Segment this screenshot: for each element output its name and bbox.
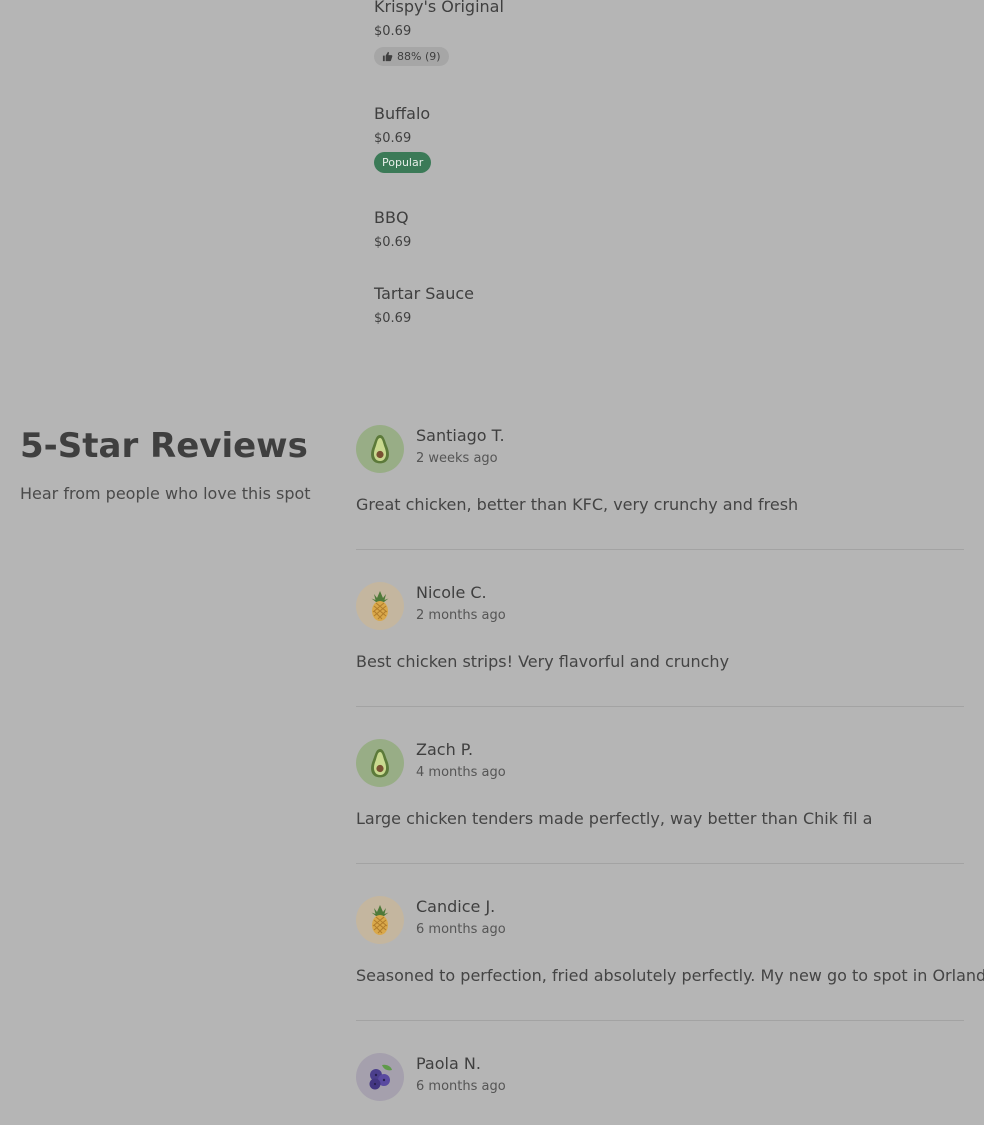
menu-item-buffalo[interactable]: Buffalo $0.69 Popular	[374, 104, 432, 173]
menu-item-price: $0.69	[374, 311, 412, 326]
review-head: Paola N. 6 months ago	[356, 1053, 964, 1101]
pineapple-icon	[371, 591, 389, 621]
review-card: Zach P. 4 months ago Large chicken tende…	[356, 739, 964, 829]
menu-item-bbq[interactable]: BBQ $0.69	[374, 208, 412, 251]
review-card: Candice J. 6 months ago Seasoned to perf…	[356, 896, 984, 986]
rating-badge: 88% (9)	[374, 47, 449, 66]
menu-item-name: Tartar Sauce	[374, 284, 474, 303]
review-card: Paola N. 6 months ago	[356, 1053, 964, 1123]
avatar	[356, 1053, 404, 1101]
review-date: 2 weeks ago	[416, 451, 498, 466]
menu-item-price: $0.69	[374, 24, 412, 39]
review-date: 4 months ago	[416, 765, 506, 780]
review-card: Nicole C. 2 months ago Best chicken stri…	[356, 582, 964, 672]
reviews-header: 5-Star Reviews Hear from people who love…	[20, 426, 340, 503]
divider	[356, 549, 964, 550]
popular-badge: Popular	[374, 152, 432, 173]
review-meta: Zach P. 4 months ago	[416, 740, 506, 780]
menu-item-price: $0.69	[374, 131, 412, 146]
pineapple-icon	[371, 905, 389, 935]
avatar	[356, 582, 404, 630]
review-meta: Nicole C. 2 months ago	[416, 583, 506, 623]
review-meta: Santiago T. 2 weeks ago	[416, 426, 505, 466]
review-head: Zach P. 4 months ago	[356, 739, 964, 787]
menu-item-name: BBQ	[374, 208, 409, 227]
review-head: Nicole C. 2 months ago	[356, 582, 964, 630]
divider	[356, 706, 964, 707]
review-meta: Candice J. 6 months ago	[416, 897, 506, 937]
menu-item-krispys-original[interactable]: Krispy's Original $0.69 88% (9)	[374, 0, 504, 66]
review-text: Best chicken strips! Very flavorful and …	[356, 652, 730, 671]
review-date: 6 months ago	[416, 1079, 506, 1094]
reviewer-name: Santiago T.	[416, 426, 505, 445]
review-date: 2 months ago	[416, 608, 506, 623]
review-head: Candice J. 6 months ago	[356, 896, 964, 944]
review-text: Large chicken tenders made perfectly, wa…	[356, 809, 873, 828]
menu-item-name: Buffalo	[374, 104, 431, 123]
reviewer-name: Zach P.	[416, 740, 474, 759]
divider	[356, 863, 964, 864]
menu-item-price: $0.69	[374, 235, 412, 250]
review-text: Seasoned to perfection, fried absolutely…	[356, 966, 984, 985]
review-meta: Paola N. 6 months ago	[416, 1054, 506, 1094]
review-head: Santiago T. 2 weeks ago	[356, 425, 964, 473]
blueberry-icon	[369, 1064, 392, 1090]
avatar	[356, 896, 404, 944]
reviewer-name: Candice J.	[416, 897, 496, 916]
avatar	[356, 739, 404, 787]
review-date: 6 months ago	[416, 922, 506, 937]
avatar	[356, 425, 404, 473]
divider	[356, 1020, 964, 1021]
rating-value: 88% (9)	[397, 50, 441, 63]
reviewer-name: Nicole C.	[416, 583, 487, 602]
reviews-title: 5-Star Reviews	[20, 426, 308, 466]
reviews-subtitle: Hear from people who love this spot	[20, 484, 311, 503]
avocado-icon	[371, 749, 389, 778]
menu-item-tartar-sauce[interactable]: Tartar Sauce $0.69	[374, 284, 474, 327]
avocado-icon	[371, 435, 389, 464]
menu-item-name: Krispy's Original	[374, 0, 504, 16]
review-card: Santiago T. 2 weeks ago Great chicken, b…	[356, 425, 964, 515]
review-text: Great chicken, better than KFC, very cru…	[356, 495, 799, 514]
reviewer-name: Paola N.	[416, 1054, 481, 1073]
thumbs-up-icon	[382, 51, 393, 62]
